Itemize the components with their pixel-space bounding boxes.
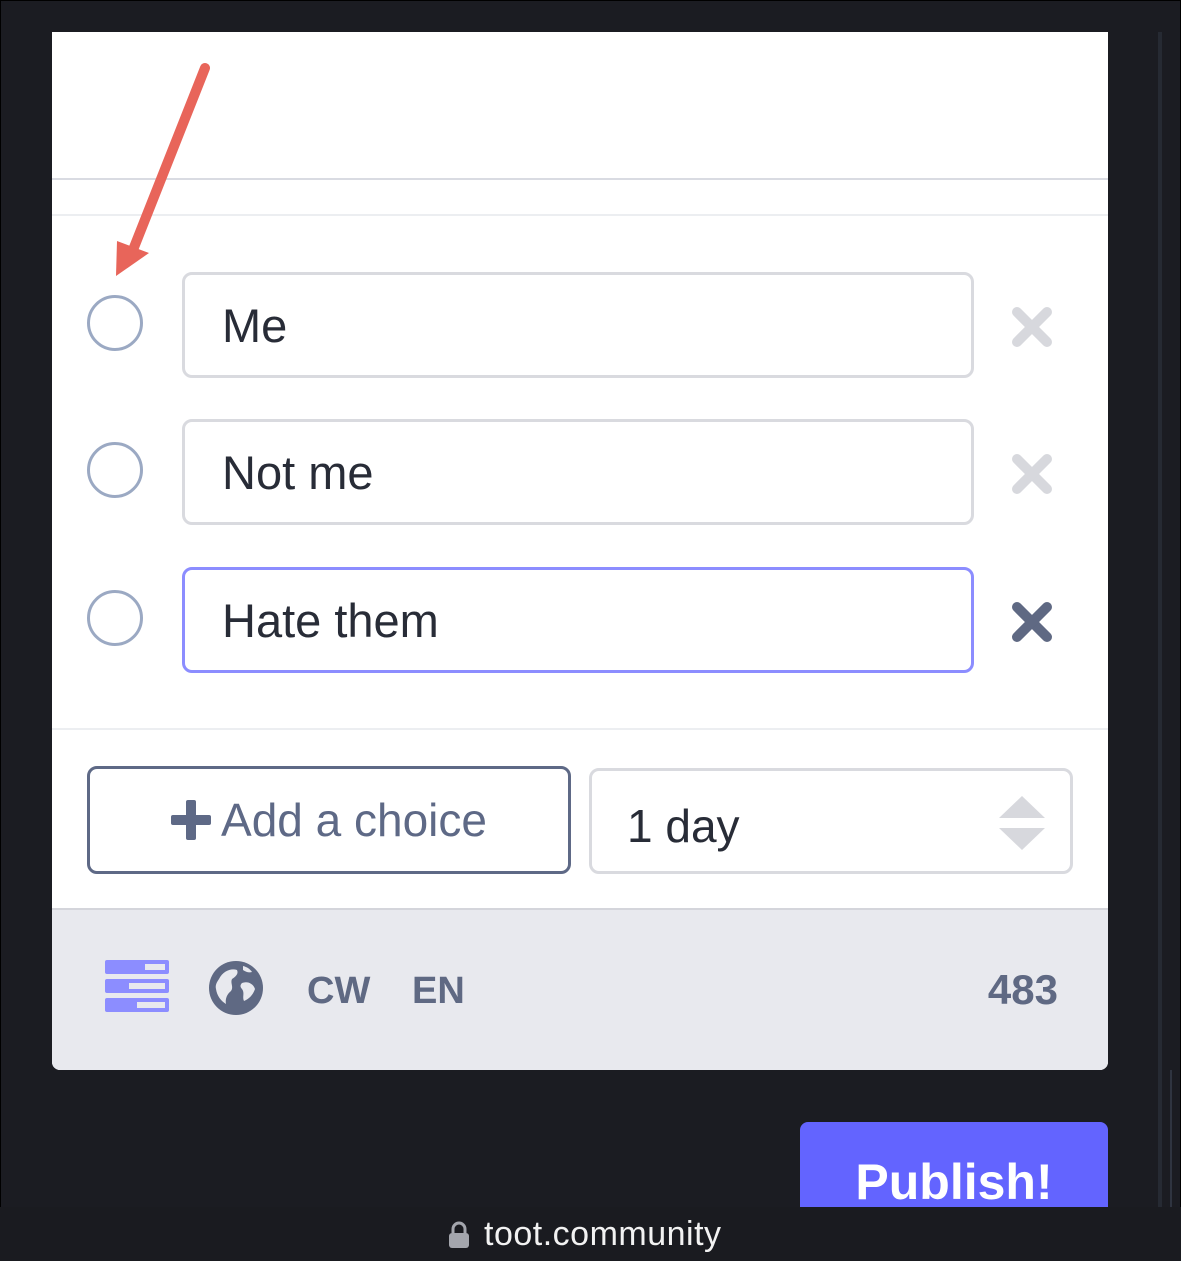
compose-toolbar: CW EN 483 — [52, 908, 1108, 1070]
content-warning-button[interactable]: CW — [307, 970, 370, 1013]
compose-form: Add a choice 1 day CW EN 483 — [52, 32, 1108, 1070]
poll-option-3 — [52, 567, 1108, 673]
character-counter: 483 — [987, 966, 1058, 1013]
poll-option-input[interactable] — [182, 567, 974, 673]
poll-option-input[interactable] — [182, 272, 974, 378]
poll-option-input[interactable] — [182, 419, 974, 525]
poll-duration-select[interactable]: 1 day — [589, 768, 1073, 874]
poll-option-1 — [52, 272, 1108, 378]
language-button[interactable]: EN — [412, 970, 465, 1013]
add-choice-button[interactable]: Add a choice — [87, 766, 571, 874]
poll-icon[interactable] — [105, 960, 169, 1012]
divider — [52, 214, 1108, 216]
remove-option-icon[interactable] — [1007, 449, 1057, 499]
add-choice-label: Add a choice — [221, 794, 487, 846]
poll-option-2 — [52, 419, 1108, 525]
url-text: toot.community — [484, 1215, 722, 1253]
plus-icon — [171, 800, 212, 840]
scrollbar-thumb[interactable] — [1170, 1070, 1172, 1210]
poll-option-radio[interactable] — [87, 590, 143, 646]
globe-icon[interactable] — [209, 961, 263, 1015]
poll-option-radio[interactable] — [87, 295, 143, 351]
remove-option-icon[interactable] — [1007, 302, 1057, 352]
status-text-area[interactable] — [52, 32, 1108, 178]
divider — [52, 728, 1108, 730]
browser-address-bar: toot.community — [0, 1207, 1181, 1261]
lock-icon — [449, 1221, 469, 1248]
url-display[interactable]: toot.community — [448, 1215, 722, 1254]
poll-duration-value: 1 day — [627, 800, 740, 852]
remove-option-icon[interactable] — [1007, 597, 1057, 647]
divider — [52, 178, 1108, 180]
scrollbar-track[interactable] — [1158, 32, 1162, 1207]
poll-option-radio[interactable] — [87, 442, 143, 498]
select-arrows-icon — [999, 796, 1045, 850]
